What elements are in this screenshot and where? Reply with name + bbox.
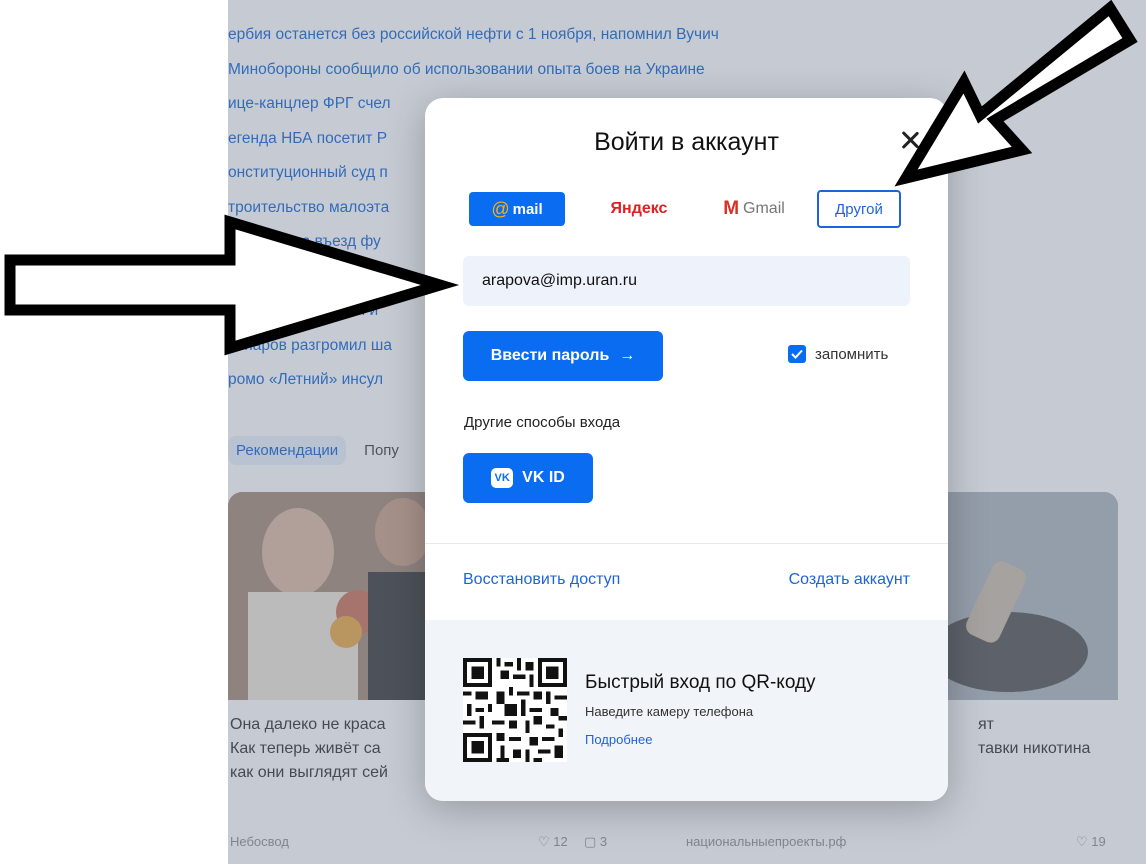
other-methods-heading: Другие способы входа	[464, 414, 621, 431]
login-modal: Войти в аккаунт @ mail Яндекс M Gmail Др…	[425, 98, 948, 801]
checkmark-icon	[791, 349, 803, 359]
email-input[interactable]	[463, 256, 910, 306]
provider-label: Gmail	[743, 200, 785, 217]
divider	[425, 543, 948, 544]
qr-subtitle: Наведите камеру телефона	[585, 704, 754, 719]
create-account-link[interactable]: Создать аккаунт	[789, 571, 910, 589]
provider-yandex-button[interactable]: Яндекс	[589, 190, 689, 228]
remember-me[interactable]: запомнить	[788, 345, 888, 363]
provider-label: Другой	[835, 200, 883, 218]
close-icon[interactable]	[898, 128, 922, 152]
remember-label: запомнить	[815, 345, 889, 363]
button-label: Ввести пароль	[490, 347, 610, 364]
provider-tabs: @ mail Яндекс M Gmail Другой	[469, 190, 909, 230]
button-label: VK ID	[522, 469, 565, 486]
gmail-icon: M	[723, 198, 740, 219]
restore-access-link[interactable]: Восстановить доступ	[463, 571, 620, 589]
mail-at-icon: @	[491, 198, 510, 219]
provider-gmail-button[interactable]: M Gmail	[699, 190, 809, 228]
arrow-right-icon: →	[619, 347, 636, 364]
qr-title: Быстрый вход по QR-коду	[585, 672, 816, 693]
provider-label: mail	[512, 200, 543, 218]
vk-icon: VK	[491, 468, 514, 488]
provider-mail-button[interactable]: @ mail	[469, 192, 565, 226]
qr-login-section: Быстрый вход по QR-коду Наведите камеру …	[425, 620, 948, 801]
vk-id-button[interactable]: VK VK ID	[463, 453, 593, 503]
modal-title: Войти в аккаунт	[594, 128, 779, 156]
qr-more-link[interactable]: Подробнее	[585, 732, 652, 747]
enter-password-button[interactable]: Ввести пароль →	[463, 331, 663, 381]
remember-checkbox[interactable]	[788, 345, 806, 363]
qr-code-icon[interactable]	[463, 658, 567, 762]
provider-other-button[interactable]: Другой	[817, 190, 901, 228]
provider-label: Яндекс	[610, 200, 668, 217]
